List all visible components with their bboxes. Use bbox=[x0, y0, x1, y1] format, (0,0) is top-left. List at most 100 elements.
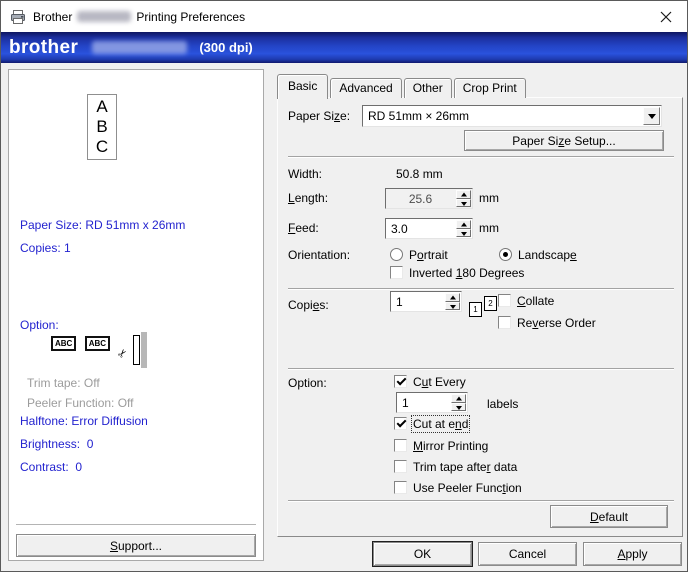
apply-button[interactable]: Apply bbox=[583, 542, 682, 566]
peeler-function-label[interactable]: Use Peeler Function bbox=[413, 481, 522, 495]
copies-label: Copies: bbox=[288, 298, 329, 312]
landscape-radio[interactable] bbox=[499, 248, 512, 261]
summary-contrast: Contrast: 0 bbox=[20, 460, 82, 474]
preview-letter: C bbox=[88, 137, 116, 157]
spin-up-button[interactable] bbox=[456, 220, 471, 229]
printer-icon bbox=[10, 9, 26, 25]
tape-piece bbox=[133, 335, 140, 365]
spin-down-button[interactable] bbox=[445, 302, 460, 311]
collate-label[interactable]: Collate bbox=[517, 294, 554, 308]
print-preview-panel: A B C Paper Size: RD 51mm x 26mm Copies:… bbox=[8, 69, 264, 561]
summary-trim-tape: Trim tape: Off bbox=[27, 376, 100, 390]
label-chip-icon: ABC bbox=[85, 336, 110, 351]
default-button[interactable]: Default bbox=[550, 505, 668, 528]
chevron-down-icon bbox=[648, 114, 656, 123]
mirror-printing-checkbox[interactable] bbox=[394, 439, 407, 452]
spin-down-button[interactable] bbox=[456, 199, 471, 208]
peeler-function-checkbox[interactable] bbox=[394, 481, 407, 494]
separator bbox=[288, 288, 674, 290]
tab-crop-print[interactable]: Crop Print bbox=[454, 78, 526, 98]
width-value: 50.8 mm bbox=[396, 167, 443, 181]
feed-unit: mm bbox=[479, 221, 499, 235]
reverse-order-label[interactable]: Reverse Order bbox=[517, 316, 596, 330]
spin-down-button[interactable] bbox=[456, 229, 471, 238]
cut-every-value: 1 bbox=[402, 396, 409, 410]
paper-size-setup-button[interactable]: Paper Size Setup... bbox=[464, 130, 664, 151]
cut-every-stepper[interactable]: 1 bbox=[396, 392, 468, 413]
reverse-order-checkbox[interactable] bbox=[498, 316, 511, 329]
cut-every-checkbox[interactable] bbox=[394, 375, 407, 388]
copies-value: 1 bbox=[396, 295, 403, 309]
collate-pages-icon: 2 1 bbox=[469, 296, 497, 319]
summary-peeler: Peeler Function: Off bbox=[27, 396, 134, 410]
feed-stepper[interactable]: 3.0 bbox=[385, 218, 473, 239]
spin-down-button[interactable] bbox=[451, 403, 466, 412]
inverted-180-checkbox[interactable] bbox=[390, 266, 403, 279]
paper-size-select[interactable]: RD 51mm × 26mm bbox=[362, 105, 662, 127]
label-preview: A B C bbox=[87, 94, 117, 160]
dpi-label: (300 dpi) bbox=[199, 40, 252, 55]
feed-label: Feed: bbox=[288, 221, 319, 235]
cut-at-end-checkbox[interactable] bbox=[394, 417, 407, 430]
length-stepper[interactable]: 25.6 bbox=[385, 188, 473, 209]
cut-option-illustration: ABC ABC ✂ bbox=[51, 336, 147, 376]
title-bar: Brother Printing Preferences bbox=[1, 1, 687, 32]
spin-up-button[interactable] bbox=[445, 293, 460, 302]
width-label: Width: bbox=[288, 167, 322, 181]
redacted-model-name-banner bbox=[92, 41, 187, 54]
preview-letter: B bbox=[88, 117, 116, 137]
summary-copies: Copies: 1 bbox=[20, 241, 71, 255]
tab-other[interactable]: Other bbox=[404, 78, 452, 98]
tape-shadow bbox=[141, 332, 147, 368]
brand-banner: brother (300 dpi) bbox=[1, 32, 687, 63]
cancel-button[interactable]: Cancel bbox=[478, 542, 577, 566]
cut-at-end-label[interactable]: Cut at end bbox=[413, 417, 468, 431]
page-2-icon: 2 bbox=[484, 296, 497, 311]
spin-up-button[interactable] bbox=[456, 190, 471, 199]
length-label: Length: bbox=[288, 191, 328, 205]
landscape-radio-label[interactable]: Landscape bbox=[518, 248, 577, 262]
window-title-suffix: Printing Preferences bbox=[136, 10, 245, 24]
page-1-icon: 1 bbox=[469, 302, 482, 317]
orientation-label: Orientation: bbox=[288, 248, 350, 262]
basic-tab-page: Paper Size: RD 51mm × 26mm Paper Size Se… bbox=[277, 97, 683, 537]
summary-paper-size: Paper Size: RD 51mm x 26mm bbox=[20, 218, 185, 232]
window-title: Brother Printing Preferences bbox=[33, 10, 245, 24]
close-button[interactable] bbox=[657, 8, 675, 26]
preview-letter: A bbox=[88, 97, 116, 117]
length-unit: mm bbox=[479, 191, 499, 205]
paper-size-value: RD 51mm × 26mm bbox=[368, 109, 469, 123]
spin-up-button[interactable] bbox=[451, 394, 466, 403]
inverted-180-label[interactable]: Inverted 180 Degrees bbox=[409, 266, 524, 280]
trim-tape-label[interactable]: Trim tape after data bbox=[413, 460, 517, 474]
cut-every-unit-label: labels bbox=[487, 397, 518, 411]
label-chip-icon: ABC bbox=[51, 336, 76, 351]
tape-end-icon bbox=[133, 332, 147, 368]
window-title-prefix: Brother bbox=[33, 10, 72, 24]
portrait-radio-label[interactable]: Portrait bbox=[409, 248, 448, 262]
option-label: Option: bbox=[288, 376, 327, 390]
combo-dropdown-button[interactable] bbox=[643, 107, 660, 125]
scissors-icon: ✂ bbox=[115, 346, 131, 361]
separator bbox=[288, 500, 674, 502]
length-value: 25.6 bbox=[386, 192, 455, 206]
ok-button[interactable]: OK bbox=[373, 542, 472, 566]
copies-stepper[interactable]: 1 bbox=[390, 291, 462, 312]
trim-tape-checkbox[interactable] bbox=[394, 460, 407, 473]
summary-option-heading: Option: bbox=[20, 318, 59, 332]
portrait-radio[interactable] bbox=[390, 248, 403, 261]
tab-basic[interactable]: Basic bbox=[277, 74, 328, 99]
tab-strip: Basic Advanced Other Crop Print bbox=[277, 75, 528, 98]
summary-halftone: Halftone: Error Diffusion bbox=[20, 414, 148, 428]
support-button[interactable]: Support... bbox=[16, 534, 256, 557]
cut-every-label[interactable]: Cut Every bbox=[413, 375, 466, 389]
brother-logo: brother bbox=[9, 37, 78, 59]
paper-size-label: Paper Size: bbox=[288, 109, 350, 123]
collate-checkbox[interactable] bbox=[498, 294, 511, 307]
tab-advanced[interactable]: Advanced bbox=[330, 78, 401, 98]
mirror-printing-label[interactable]: Mirror Printing bbox=[413, 439, 488, 453]
close-icon bbox=[660, 11, 672, 23]
separator bbox=[288, 368, 674, 370]
separator bbox=[288, 156, 674, 158]
redacted-model-name bbox=[77, 11, 131, 22]
